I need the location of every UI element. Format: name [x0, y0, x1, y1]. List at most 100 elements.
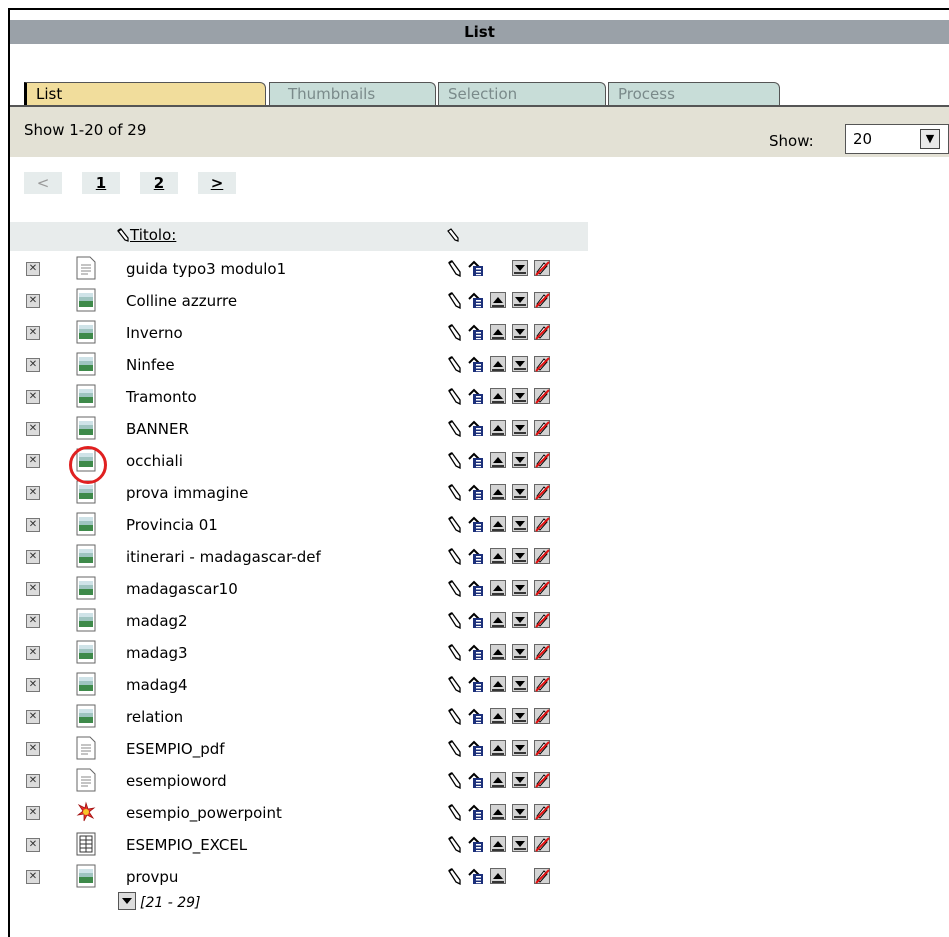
image-icon[interactable]	[76, 576, 96, 600]
file-title[interactable]: madag4	[126, 676, 188, 694]
hide-icon[interactable]	[534, 772, 550, 789]
file-title[interactable]: itinerari - madagascar-def	[126, 548, 321, 566]
delete-icon[interactable]: ✕	[26, 390, 40, 404]
move-down-icon[interactable]	[512, 516, 528, 533]
file-title[interactable]: madag3	[126, 644, 188, 662]
edit-pencil-icon[interactable]	[446, 740, 462, 758]
hide-icon[interactable]	[534, 324, 550, 341]
delete-icon[interactable]: ✕	[26, 614, 40, 628]
info-icon[interactable]	[468, 420, 484, 437]
hide-icon[interactable]	[534, 548, 550, 565]
title-column-header[interactable]: Titolo:	[116, 226, 176, 244]
edit-pencil-icon[interactable]	[446, 356, 462, 374]
move-down-icon[interactable]	[512, 644, 528, 661]
move-down-icon[interactable]	[512, 260, 528, 277]
edit-pencil-icon[interactable]	[446, 644, 462, 662]
spreadsheet-icon[interactable]	[76, 832, 96, 856]
delete-icon[interactable]: ✕	[26, 582, 40, 596]
delete-icon[interactable]: ✕	[26, 838, 40, 852]
tab-list[interactable]: List	[24, 82, 266, 107]
image-icon[interactable]	[76, 672, 96, 696]
move-down-icon[interactable]	[512, 836, 528, 853]
hide-icon[interactable]	[534, 676, 550, 693]
hide-icon[interactable]	[534, 452, 550, 469]
edit-pencil-icon[interactable]	[446, 548, 462, 566]
delete-icon[interactable]: ✕	[26, 678, 40, 692]
info-icon[interactable]	[468, 356, 484, 373]
hide-icon[interactable]	[534, 516, 550, 533]
edit-pencil-icon[interactable]	[446, 676, 462, 694]
tab-thumbnails[interactable]: Thumbnails	[269, 82, 436, 107]
move-up-icon[interactable]	[490, 708, 506, 725]
delete-icon[interactable]: ✕	[26, 486, 40, 500]
info-icon[interactable]	[468, 260, 484, 277]
hide-icon[interactable]	[534, 708, 550, 725]
file-title[interactable]: provpu	[126, 868, 178, 886]
info-icon[interactable]	[468, 292, 484, 309]
hide-icon[interactable]	[534, 580, 550, 597]
info-icon[interactable]	[468, 772, 484, 789]
text-doc-icon[interactable]	[76, 736, 96, 760]
info-icon[interactable]	[468, 612, 484, 629]
info-icon[interactable]	[468, 324, 484, 341]
move-up-icon[interactable]	[490, 772, 506, 789]
edit-pencil-icon[interactable]	[446, 260, 462, 278]
move-down-icon[interactable]	[512, 324, 528, 341]
image-icon[interactable]	[76, 608, 96, 632]
hide-icon[interactable]	[534, 740, 550, 757]
delete-icon[interactable]: ✕	[26, 262, 40, 276]
move-down-icon[interactable]	[512, 580, 528, 597]
move-up-icon[interactable]	[490, 292, 506, 309]
move-up-icon[interactable]	[490, 324, 506, 341]
move-up-icon[interactable]	[490, 836, 506, 853]
hide-icon[interactable]	[534, 484, 550, 501]
hide-icon[interactable]	[534, 260, 550, 277]
delete-icon[interactable]: ✕	[26, 326, 40, 340]
info-icon[interactable]	[468, 836, 484, 853]
pager-next-button[interactable]: >	[198, 172, 236, 194]
move-up-icon[interactable]	[490, 356, 506, 373]
image-icon[interactable]	[76, 352, 96, 376]
tab-process[interactable]: Process	[608, 82, 780, 107]
edit-all-pencil-icon[interactable]	[446, 228, 460, 242]
hide-icon[interactable]	[534, 292, 550, 309]
file-title[interactable]: Colline azzurre	[126, 292, 237, 310]
info-icon[interactable]	[468, 868, 484, 885]
info-icon[interactable]	[468, 740, 484, 757]
delete-icon[interactable]: ✕	[26, 550, 40, 564]
info-icon[interactable]	[468, 388, 484, 405]
chevron-down-icon[interactable]: ▼	[920, 129, 940, 149]
hide-icon[interactable]	[534, 644, 550, 661]
move-down-icon[interactable]	[512, 548, 528, 565]
move-down-icon[interactable]	[512, 452, 528, 469]
delete-icon[interactable]: ✕	[26, 806, 40, 820]
file-title[interactable]: madagascar10	[126, 580, 238, 598]
tab-selection[interactable]: Selection	[438, 82, 606, 107]
text-doc-icon[interactable]	[76, 256, 96, 280]
move-down-icon[interactable]	[512, 708, 528, 725]
edit-pencil-icon[interactable]	[446, 836, 462, 854]
delete-icon[interactable]: ✕	[26, 358, 40, 372]
image-icon[interactable]	[76, 288, 96, 312]
delete-icon[interactable]: ✕	[26, 454, 40, 468]
image-icon[interactable]	[76, 704, 96, 728]
move-down-icon[interactable]	[512, 356, 528, 373]
hide-icon[interactable]	[534, 804, 550, 821]
text-doc-icon[interactable]	[76, 768, 96, 792]
edit-pencil-icon[interactable]	[446, 452, 462, 470]
hide-icon[interactable]	[534, 356, 550, 373]
file-title[interactable]: esempio_powerpoint	[126, 804, 282, 822]
file-title[interactable]: relation	[126, 708, 183, 726]
edit-pencil-icon[interactable]	[446, 516, 462, 534]
info-icon[interactable]	[468, 484, 484, 501]
file-title[interactable]: occhiali	[126, 452, 183, 470]
file-title[interactable]: madag2	[126, 612, 188, 630]
edit-pencil-icon[interactable]	[446, 580, 462, 598]
move-up-icon[interactable]	[490, 612, 506, 629]
move-up-icon[interactable]	[490, 644, 506, 661]
delete-icon[interactable]: ✕	[26, 870, 40, 884]
file-title[interactable]: ESEMPIO_EXCEL	[126, 836, 247, 854]
move-down-icon[interactable]	[512, 676, 528, 693]
move-down-icon[interactable]	[512, 484, 528, 501]
move-up-icon[interactable]	[490, 452, 506, 469]
